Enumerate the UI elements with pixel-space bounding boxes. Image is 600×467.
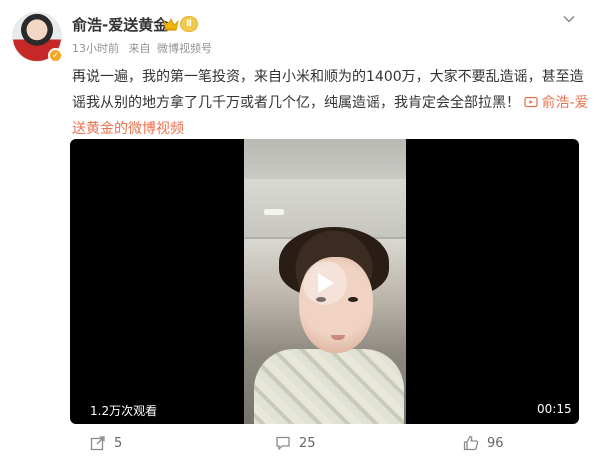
comment-button[interactable]: 25 xyxy=(275,432,316,454)
post-time[interactable]: 13小时前 xyxy=(72,42,119,55)
verified-badge-icon: ✓ xyxy=(48,48,63,63)
play-icon xyxy=(318,273,334,293)
video-player[interactable]: 1.2万次观看 00:15 xyxy=(70,139,579,424)
share-icon xyxy=(90,436,105,451)
comment-count: 25 xyxy=(299,435,316,451)
person-eye-right xyxy=(348,297,358,302)
video-duration: 00:15 xyxy=(537,402,572,416)
play-button[interactable] xyxy=(303,261,347,305)
post-text: 再说一遍，我的第一笔投资，来自小米和顺为的1400万，大家不要乱造谣，甚至造谣我… xyxy=(72,64,592,142)
source-prefix: 来自 xyxy=(128,42,151,55)
level-badge: Ⅱ xyxy=(180,15,198,32)
share-button[interactable]: 5 xyxy=(90,432,122,454)
weibo-post-card: ✓ 俞浩-爱送黄金 Ⅱ 13小时前 来自 微博视频号 再说一遍，我的第一笔投资，… xyxy=(0,0,600,467)
vip-badge[interactable]: Ⅱ xyxy=(163,15,198,32)
author-name[interactable]: 俞浩-爱送黄金 xyxy=(72,14,168,35)
post-meta: 13小时前 来自 微博视频号 xyxy=(72,40,218,56)
video-link-icon xyxy=(524,96,539,108)
post-body: 再说一遍，我的第一笔投资，来自小米和顺为的1400万，大家不要乱造谣，甚至造谣我… xyxy=(72,69,584,111)
ceiling-lamp xyxy=(264,209,284,215)
action-bar: 5 25 96 xyxy=(0,432,600,454)
thumbs-up-icon xyxy=(463,435,479,451)
chevron-down-icon[interactable] xyxy=(562,12,576,26)
share-count: 5 xyxy=(114,435,123,451)
person-shirt xyxy=(254,349,404,424)
view-count: 1.2万次观看 xyxy=(90,404,158,418)
comment-icon xyxy=(276,436,290,450)
crown-icon xyxy=(163,17,179,31)
like-button[interactable]: 96 xyxy=(463,432,504,454)
like-count: 96 xyxy=(487,435,504,451)
post-source[interactable]: 微博视频号 xyxy=(157,42,212,55)
